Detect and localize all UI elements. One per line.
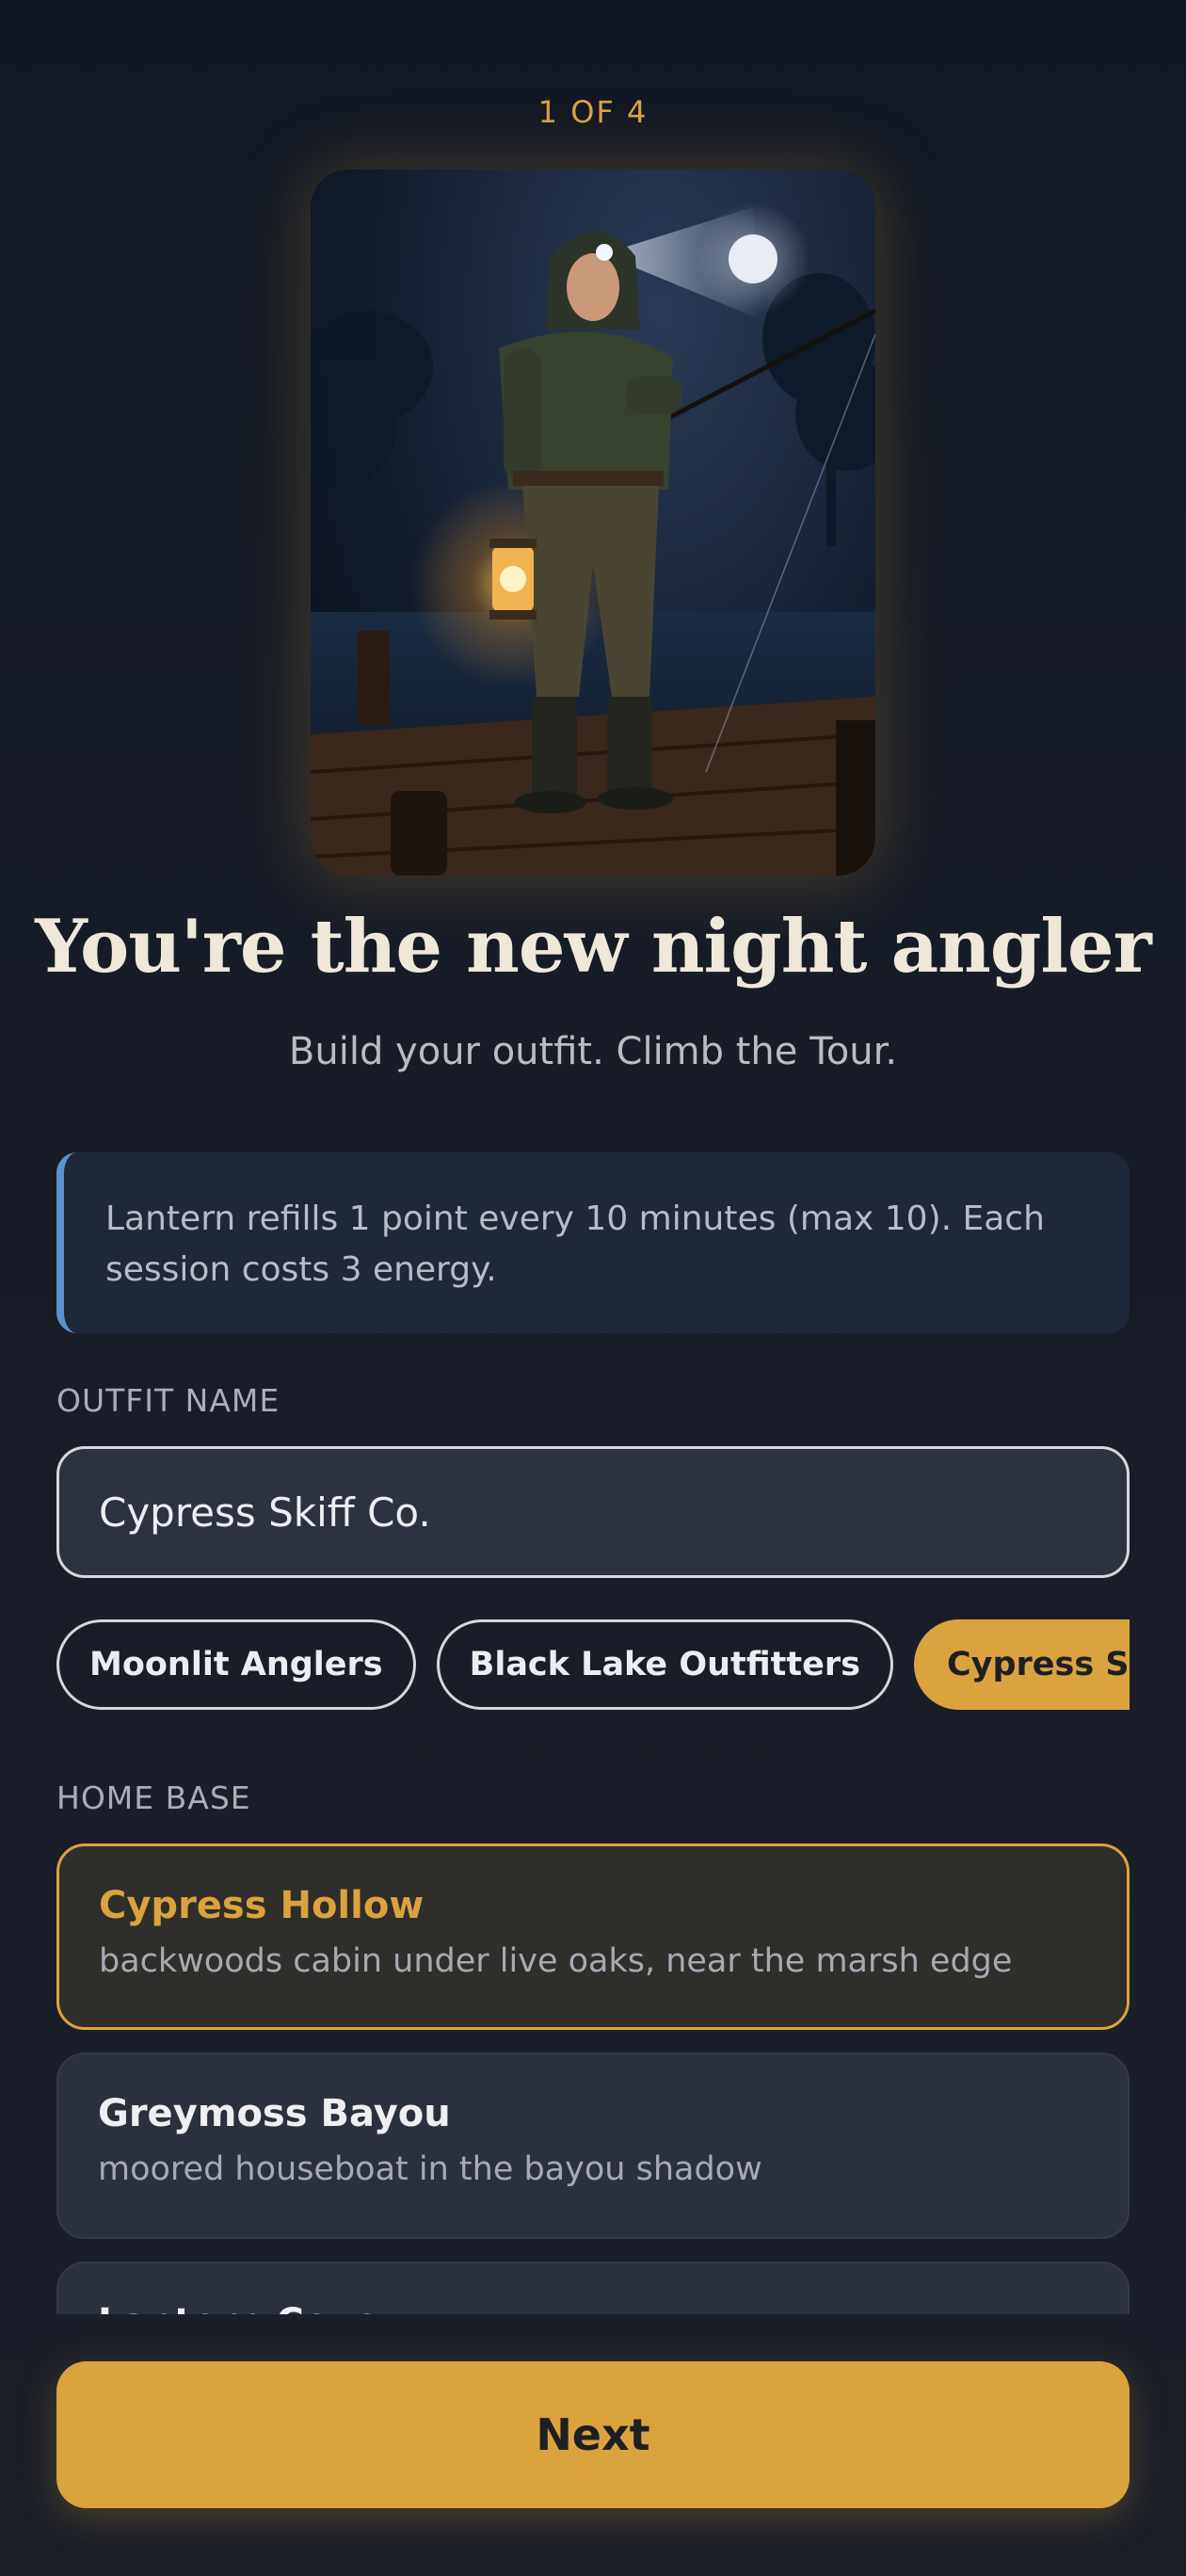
home-base-option-greymoss-bayou[interactable]: Greymoss Bayou moored houseboat in the b…	[56, 2053, 1130, 2239]
suggestion-chip-moonlit-anglers[interactable]: Moonlit Anglers	[56, 1619, 416, 1710]
step-indicator: 1 OF 4	[537, 94, 649, 130]
outfit-suggestions: Moonlit Anglers Black Lake Outfitters Cypr…	[56, 1619, 1130, 1710]
suggestion-chip-black-lake-outfitters[interactable]: Black Lake Outfitters	[436, 1619, 893, 1710]
energy-info-callout: Lantern refills 1 point every 10 minutes…	[56, 1152, 1130, 1333]
hero-image	[311, 169, 875, 876]
home-base-name: Lantern Cove	[98, 2301, 1088, 2314]
home-base-name: Cypress Hollow	[99, 1884, 425, 1927]
onboarding-screen: 1 OF 4 You're the new night angler Build…	[0, 0, 1186, 2576]
home-base-list: Cypress Hollow backwoods cabin under liv…	[56, 1843, 1130, 2314]
home-base-label: HOME BASE	[56, 1779, 251, 1816]
home-base-description: moored houseboat in the bayou shadow	[98, 2150, 762, 2188]
page-subtitle: Build your outfit. Climb the Tour.	[288, 1030, 898, 1073]
home-base-description: backwoods cabin under live oaks, near th…	[99, 1942, 1013, 1980]
suggestion-chip-cypress-skiff-co[interactable]: Cypress Skiff Co.	[913, 1619, 1130, 1710]
home-base-name: Greymoss Bayou	[98, 2092, 451, 2135]
home-base-option-lantern-cove[interactable]: Lantern Cove	[56, 2262, 1130, 2314]
home-base-option-cypress-hollow[interactable]: Cypress Hollow backwoods cabin under liv…	[56, 1843, 1130, 2030]
outfit-name-label: OUTFIT NAME	[56, 1382, 280, 1419]
next-button[interactable]: Next	[56, 2361, 1130, 2508]
page-title: You're the new night angler	[35, 904, 1151, 990]
outfit-name-input[interactable]	[56, 1446, 1130, 1578]
